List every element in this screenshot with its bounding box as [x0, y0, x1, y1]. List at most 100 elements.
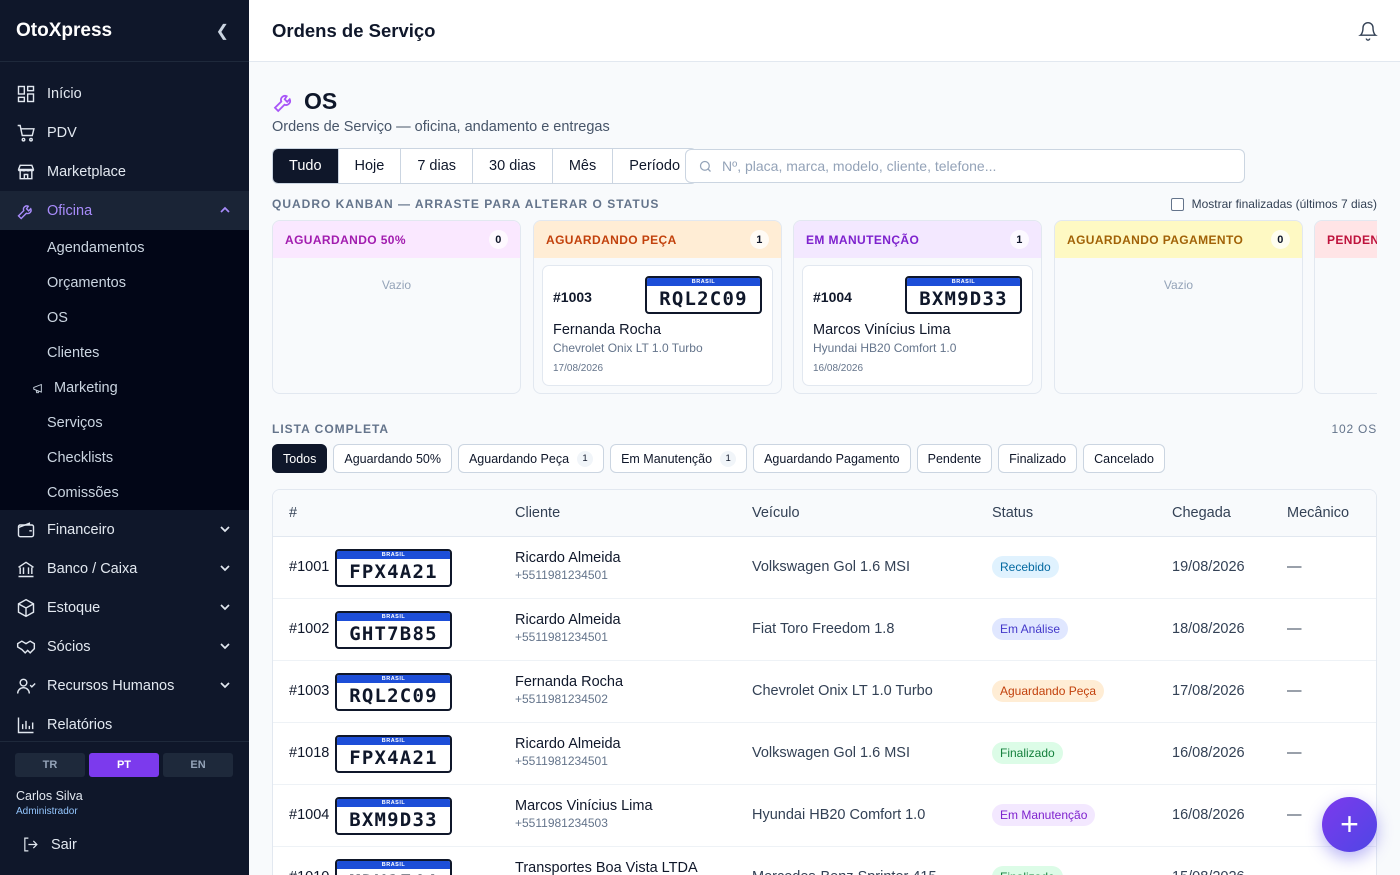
kanban-card[interactable]: #1004 BRASIL BXM9D33 Marcos Vinícius Lima Hy…	[802, 265, 1033, 386]
sidebar-item-inicio[interactable]: Início	[0, 74, 249, 113]
row-vehicle: Volkswagen Gol 1.6 MSI	[752, 559, 910, 575]
sidebar-item-marketplace[interactable]: Marketplace	[0, 152, 249, 191]
table-row[interactable]: #1004 BRASIL BXM9D33 Marcos Vinícius Lima +5…	[273, 785, 1376, 847]
license-plate: BRASILMDV1F44	[335, 859, 452, 875]
dashboard-icon	[17, 85, 35, 102]
period-mes-button[interactable]: Mês	[553, 149, 614, 183]
language-pt-button[interactable]: PT	[89, 753, 159, 777]
period-hoje-button[interactable]: Hoje	[339, 149, 402, 183]
card-os-number: #1004	[813, 289, 852, 305]
sidebar-subitem-comissoes[interactable]: Comissões	[0, 475, 249, 510]
row-client: Fernanda Rocha	[515, 674, 624, 690]
card-date: 17/08/2026	[553, 363, 604, 374]
plate-number: RQL2C09	[659, 288, 748, 310]
status-chip[interactable]: Em Manutenção 1	[610, 444, 748, 473]
logout-label: Sair	[51, 836, 77, 853]
row-phone: +5511981234501	[515, 754, 608, 768]
sidebar-item-label: PDV	[47, 124, 77, 141]
plate-country: BRASIL	[907, 278, 1020, 286]
show-finished-toggle[interactable]: Mostrar finalizadas (últimos 7 dias)	[1170, 197, 1377, 211]
status-chip[interactable]: Cancelado	[1083, 444, 1165, 473]
kanban-empty-text: Vazio	[381, 278, 412, 292]
sidebar-item-label: Marketplace	[47, 163, 126, 180]
status-chip-label: Pendente	[927, 451, 982, 466]
megaphone-icon	[33, 383, 42, 393]
collapse-sidebar-icon[interactable]: ❮	[216, 21, 229, 41]
kanban-column: PENDENTE	[1314, 220, 1377, 394]
handshake-icon	[16, 639, 36, 654]
sidebar-item-label: Banco / Caixa	[47, 560, 138, 577]
status-chip[interactable]: Finalizado	[998, 444, 1078, 473]
table-row[interactable]: #1001 BRASIL FPX4A21 Ricardo Almeida +551198…	[273, 537, 1376, 599]
plate-country: BRASIL	[647, 278, 760, 286]
kanban-card[interactable]: #1003 BRASIL RQL2C09 Fernanda Rocha Chevrole…	[542, 265, 773, 386]
kanban-column-count: 0	[489, 230, 508, 249]
column-header-number[interactable]: #	[289, 505, 297, 521]
sidebar-item-pdv[interactable]: PDV	[0, 113, 249, 152]
column-header-chegada[interactable]: Chegada	[1172, 505, 1231, 521]
status-chip[interactable]: Aguardando Peça 1	[457, 444, 605, 473]
sidebar-subitem-os[interactable]: OS	[0, 300, 249, 335]
logout-button[interactable]: Sair	[22, 836, 77, 853]
table-row[interactable]: #1018 BRASIL FPX4A21 Ricardo Almeida +551198…	[273, 723, 1376, 785]
card-client: Fernanda Rocha	[553, 322, 662, 338]
sidebar-subitem-servicos[interactable]: Serviços	[0, 405, 249, 440]
sidebar-subitem-clientes[interactable]: Clientes	[0, 335, 249, 370]
sidebar-subitem-marketing[interactable]: Marketing	[0, 370, 249, 405]
status-chip[interactable]: Aguardando Pagamento	[753, 444, 911, 473]
sidebar-subitem-agendamentos[interactable]: Agendamentos	[0, 230, 249, 265]
sidebar-item-socios[interactable]: Sócios	[0, 627, 249, 666]
list-label: LISTA COMPLETA	[272, 422, 390, 436]
status-chip-label: Em Manutenção	[621, 451, 713, 466]
table-row[interactable]: #1010 BRASILMDV1F44 Transportes Boa Vista …	[273, 847, 1376, 875]
period-periodo-button[interactable]: Período	[613, 149, 696, 183]
status-chip[interactable]: Aguardando 50%	[333, 444, 452, 473]
add-os-button[interactable]: +	[1322, 797, 1377, 852]
table-row[interactable]: #1002 BRASIL GHT7B85 Ricardo Almeida +551198…	[273, 599, 1376, 661]
user-role: Administrador	[16, 806, 78, 817]
period-7-dias-button[interactable]: 7 dias	[401, 149, 474, 183]
sidebar-item-label: Recursos Humanos	[47, 677, 175, 694]
sidebar-item-label: Relatórios	[47, 716, 113, 733]
brand-logo[interactable]: OtoXpress	[16, 20, 112, 42]
sidebar-item-relatorios[interactable]: Relatórios	[0, 705, 249, 744]
language-en-button[interactable]: EN	[163, 753, 233, 777]
language-tr-button[interactable]: TR	[15, 753, 85, 777]
bell-icon[interactable]	[1358, 21, 1378, 41]
status-chip[interactable]: Pendente	[916, 444, 993, 473]
plate-number: BXM9D33	[349, 809, 438, 831]
table-row[interactable]: #1003 BRASIL RQL2C09 Fernanda Rocha +5511981…	[273, 661, 1376, 723]
status-chip[interactable]: Todos	[272, 444, 328, 473]
user-name: Carlos Silva	[16, 789, 83, 803]
sidebar-item-banco-caixa[interactable]: Banco / Caixa	[0, 549, 249, 588]
sidebar-divider	[0, 741, 249, 742]
bank-icon	[18, 560, 34, 577]
column-header-status[interactable]: Status	[992, 505, 1033, 521]
row-vehicle: Volkswagen Gol 1.6 MSI	[752, 745, 910, 761]
kanban-board: AGUARDANDO 50% 0 Vazio AGUARDANDO PEÇA 1 #100…	[272, 220, 1377, 394]
row-arrival-date: 18/08/2026	[1172, 621, 1245, 637]
column-header-mecanico[interactable]: Mecânico	[1287, 505, 1349, 521]
chart-icon	[17, 717, 34, 733]
period-tudo-button[interactable]: Tudo	[273, 149, 339, 183]
section-subtitle: Ordens de Serviço — oficina, andamento e…	[272, 119, 610, 135]
sidebar-item-oficina[interactable]: Oficina	[0, 191, 249, 230]
page-title: Ordens de Serviço	[272, 19, 436, 41]
status-chip-badge: 1	[720, 450, 737, 467]
card-date: 16/08/2026	[813, 363, 864, 374]
plate-number: GHT7B85	[349, 623, 438, 645]
sidebar-item-estoque[interactable]: Estoque	[0, 588, 249, 627]
period-30-dias-button[interactable]: 30 dias	[473, 149, 553, 183]
sidebar-subitem-orcamentos[interactable]: Orçamentos	[0, 265, 249, 300]
show-finished-checkbox[interactable]	[1170, 197, 1184, 211]
row-os-number: #1003	[289, 683, 330, 699]
table-body: #1001 BRASIL FPX4A21 Ricardo Almeida +551198…	[273, 537, 1376, 875]
license-plate: BRASIL BXM9D33	[905, 276, 1022, 314]
column-header-cliente[interactable]: Cliente	[515, 505, 560, 521]
search-input[interactable]	[722, 158, 1222, 174]
sidebar-item-recursos-humanos[interactable]: Recursos Humanos	[0, 666, 249, 705]
sidebar-subitem-checklists[interactable]: Checklists	[0, 440, 249, 475]
column-header-veiculo[interactable]: Veículo	[752, 505, 800, 521]
search-icon	[699, 160, 711, 172]
sidebar-item-financeiro[interactable]: Financeiro	[0, 510, 249, 549]
